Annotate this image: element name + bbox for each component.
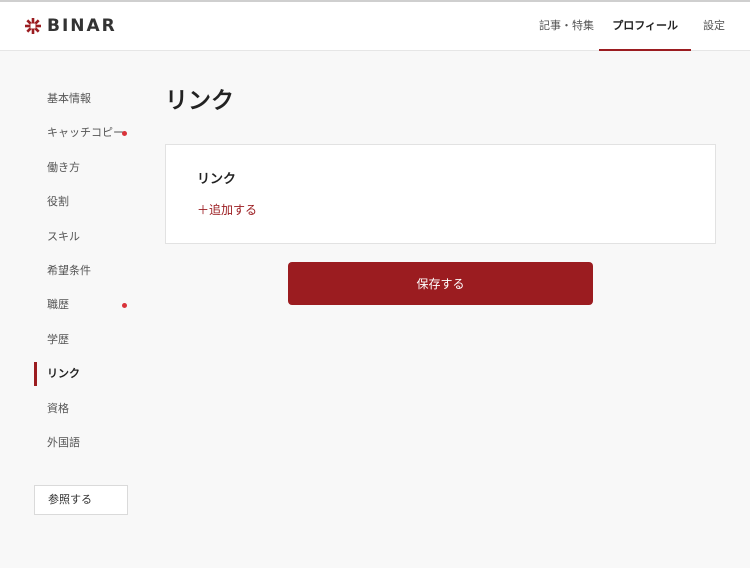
sidebar-item-work-style[interactable]: 働き方: [34, 154, 134, 188]
sidebar-item-label: 学歴: [47, 332, 69, 346]
top-header: BINAR 記事・特集 プロフィール 設定: [0, 2, 750, 51]
alert-dot-icon: [122, 131, 127, 137]
sidebar-item-label: キャッチコピー: [47, 126, 124, 140]
sidebar-item-desired-conditions[interactable]: 希望条件: [34, 257, 134, 291]
sidebar-item-languages[interactable]: 外国語: [34, 429, 134, 463]
page-title: リンク: [165, 88, 234, 114]
sidebar-item-work-history[interactable]: 職歴: [34, 291, 134, 325]
sidebar-item-label: 資格: [47, 401, 69, 415]
brand-name: BINAR: [47, 16, 117, 36]
profile-sidebar: 基本情報 キャッチコピー 働き方 役割 スキル 希望条件 職歴 学歴 リンク 資…: [34, 85, 134, 463]
sidebar-item-label: 働き方: [47, 160, 80, 174]
sidebar-item-label: リンク: [47, 367, 80, 381]
sidebar-item-certifications[interactable]: 資格: [34, 395, 134, 429]
alert-dot-icon: [122, 303, 127, 309]
sidebar-item-label: 基本情報: [47, 92, 91, 105]
sidebar-item-links[interactable]: リンク: [34, 360, 134, 394]
sidebar-item-role[interactable]: 役割: [34, 188, 134, 222]
sidebar-item-label: スキル: [47, 229, 80, 243]
nav-settings[interactable]: 設定: [703, 2, 725, 51]
links-card: リンク ＋追加する: [165, 144, 716, 244]
sidebar-item-label: 希望条件: [47, 263, 91, 277]
reference-button[interactable]: 参照する: [34, 485, 128, 515]
add-link-button[interactable]: ＋追加する: [197, 202, 257, 218]
sidebar-item-catchcopy[interactable]: キャッチコピー: [34, 119, 134, 153]
nav-profile[interactable]: プロフィール: [599, 2, 691, 51]
nav-articles[interactable]: 記事・特集: [539, 2, 594, 51]
sidebar-item-label: 役割: [47, 195, 69, 209]
sidebar-item-education[interactable]: 学歴: [34, 326, 134, 360]
sidebar-item-basic-info[interactable]: 基本情報: [34, 85, 134, 119]
sidebar-item-label: 職歴: [47, 298, 69, 312]
sidebar-item-skills[interactable]: スキル: [34, 223, 134, 257]
binar-logo-icon: [25, 18, 41, 34]
brand-logo[interactable]: BINAR: [24, 16, 117, 36]
save-button[interactable]: 保存する: [288, 262, 593, 305]
card-title: リンク: [197, 172, 237, 187]
sidebar-item-label: 外国語: [47, 435, 80, 449]
